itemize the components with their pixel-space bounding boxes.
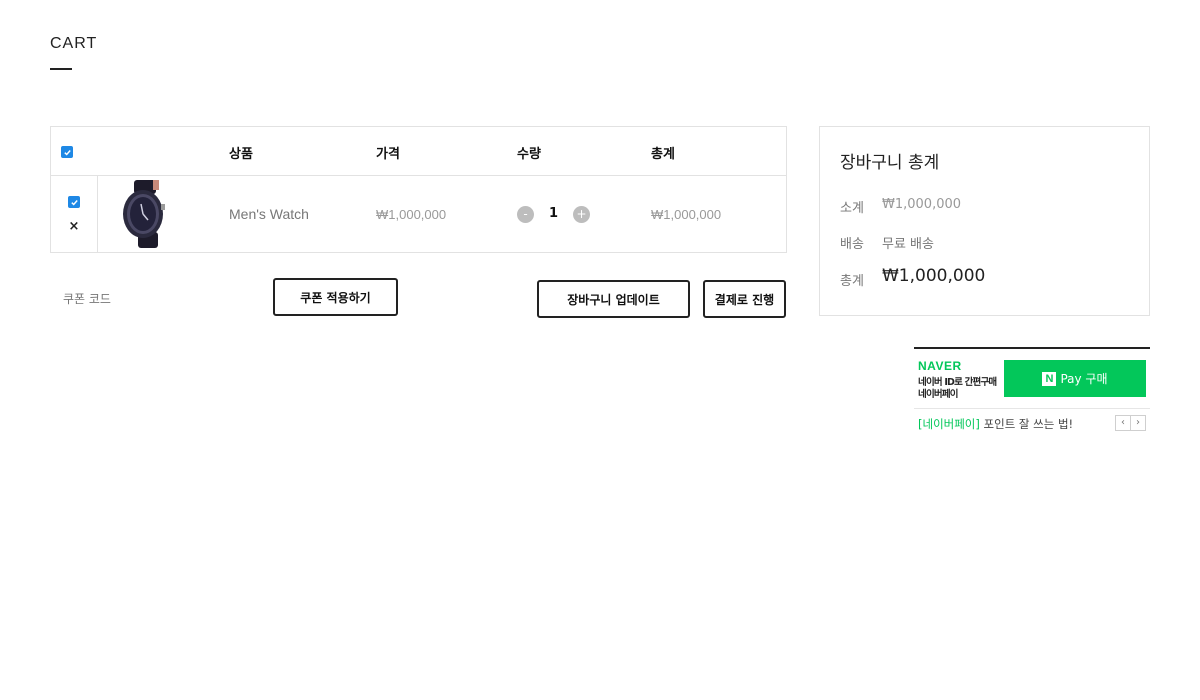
coupon-code-input[interactable]: 쿠폰 코드 [63,290,111,307]
update-cart-button[interactable]: 장바구니 업데이트 [537,280,690,318]
total-label: 총계 [840,274,864,289]
naver-pay-tip-link[interactable]: [네이버페이] 포인트 잘 쓰는 법! [918,416,1073,432]
naver-pay-link-tag: [네이버페이] [918,417,980,431]
select-all-checkbox[interactable] [61,146,73,158]
naver-pay-link-text: 포인트 잘 쓰는 법! [983,417,1074,431]
naver-logo: NAVER [918,359,962,373]
table-row: × Men's Watch ₩1,000,000 - 1 + ₩1,000,00… [51,176,786,252]
naver-n-icon: N [1042,371,1057,386]
naver-pay-buy-button[interactable]: N Pay 구매 [1004,360,1146,397]
cart-totals-title: 장바구니 총계 [840,153,940,173]
table-header: 상품 가격 수량 총계 [51,127,786,176]
naver-pay-pager: ‹ › [1115,415,1146,431]
subtotal-value: ₩1,000,000 [882,197,962,212]
total-value: ₩1,000,000 [882,266,986,286]
header-quantity: 수량 [517,147,541,162]
title-underline [50,68,72,70]
apply-coupon-button[interactable]: 쿠폰 적용하기 [273,278,398,316]
product-price: ₩1,000,000 [376,207,447,222]
header-price: 가격 [376,147,400,162]
naver-pay-widget: NAVER 네이버 ID로 간편구매 네이버페이 N Pay 구매 [네이버페이… [914,347,1150,437]
product-thumbnail[interactable] [117,180,169,248]
check-icon [70,199,78,206]
subtotal-label: 소계 [840,201,864,216]
header-product: 상품 [229,147,253,162]
naver-pay-line2: 네이버페이 [918,389,958,400]
check-icon [63,149,71,156]
cell-divider [97,176,98,252]
chevron-right-icon[interactable]: › [1131,416,1145,430]
naver-pay-button-label: Pay 구매 [1060,372,1108,386]
remove-item-icon[interactable]: × [68,220,80,233]
naver-pay-divider [914,408,1150,409]
cart-totals-panel: 장바구니 총계 소계 ₩1,000,000 배송 무료 배송 총계 ₩1,000… [819,126,1150,316]
product-name[interactable]: Men's Watch [229,206,309,222]
shipping-label: 배송 [840,237,864,252]
quantity-value[interactable]: 1 [549,206,558,221]
row-checkbox[interactable] [68,196,80,208]
quantity-decrease-button[interactable]: - [517,206,534,223]
page-title: CART [50,35,98,52]
header-total: 총계 [651,147,675,162]
checkout-button[interactable]: 결제로 진행 [703,280,786,318]
quantity-increase-button[interactable]: + [573,206,590,223]
cart-table: 상품 가격 수량 총계 × Men's Watch ₩1,000,000 - 1… [50,126,787,253]
shipping-value: 무료 배송 [882,237,934,252]
row-total: ₩1,000,000 [651,207,722,222]
chevron-left-icon[interactable]: ‹ [1116,416,1131,430]
